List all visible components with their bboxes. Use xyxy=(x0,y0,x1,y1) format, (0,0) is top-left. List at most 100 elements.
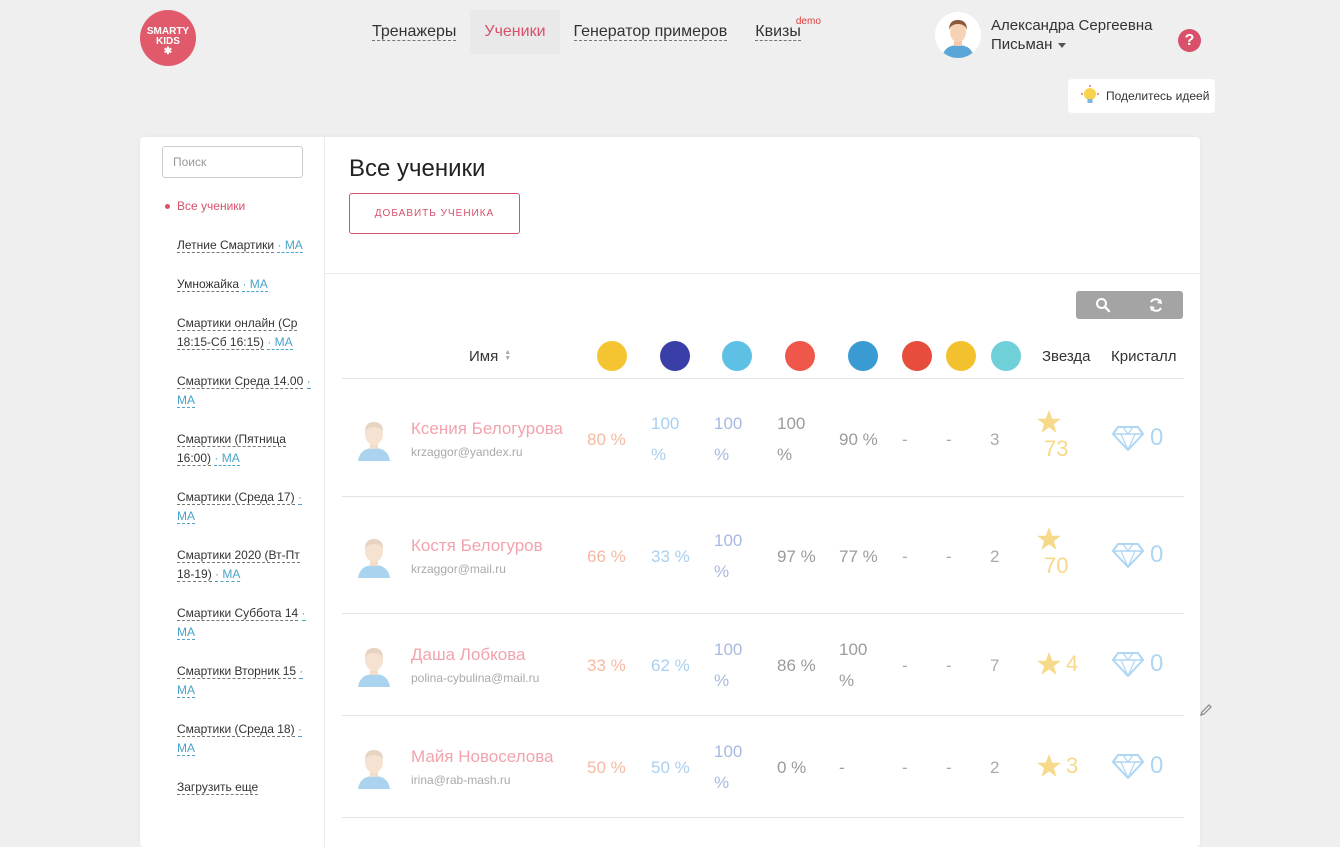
logo-text-3: ✱ xyxy=(163,46,173,57)
column-star-header: Звезда xyxy=(1042,347,1091,365)
main-nav: Тренажеры Ученики Генератор примеров Кви… xyxy=(358,10,821,54)
crystal-count: 0 xyxy=(1112,424,1163,452)
student-name[interactable]: Костя Белогуров xyxy=(411,536,543,556)
nav-trainers[interactable]: Тренажеры xyxy=(358,10,470,54)
crystal-count: 0 xyxy=(1112,541,1163,569)
crystal-value: 0 xyxy=(1150,540,1164,568)
crystal-value: 0 xyxy=(1150,752,1164,779)
students-card: Все ученики Летние Смартики · МА Умножай… xyxy=(140,137,1200,847)
user-menu[interactable]: Александра Сергеевна Письман xyxy=(935,12,1153,58)
student-email: polina-cybulina@mail.ru xyxy=(411,671,540,685)
search-button[interactable] xyxy=(1076,291,1129,319)
student-email: krzaggor@mail.ru xyxy=(411,561,506,576)
student-avatar-icon xyxy=(358,538,390,578)
column-name-header[interactable]: Имя ▲ ▼ xyxy=(469,333,512,379)
help-icon[interactable]: ? xyxy=(1178,29,1201,52)
star-icon xyxy=(1037,409,1061,433)
group-label: Все ученики xyxy=(177,199,246,213)
star-value: 3 xyxy=(1066,753,1079,778)
trainer-score: - xyxy=(839,758,845,777)
trainer-score: 100 % xyxy=(651,413,680,464)
star-icon xyxy=(1037,652,1061,675)
trainer-score: 86 % xyxy=(777,656,816,675)
star-count: 3 xyxy=(1036,753,1096,779)
group-label: Летние Смартики xyxy=(177,238,275,253)
search-input[interactable] xyxy=(162,146,303,178)
group-item[interactable]: Смартики 2020 (Вт-Пт 18-19) · МА xyxy=(177,546,317,584)
student-row[interactable]: Майя Новоселова irina@rab-mash.ru 50 % 50 %… xyxy=(342,716,1184,818)
pencil-icon[interactable] xyxy=(1199,703,1213,717)
star-count: 73 xyxy=(1036,409,1096,462)
group-owner: · МА xyxy=(242,277,268,292)
student-row[interactable]: Даша Лобкова polina-cybulina@mail.ru 33 % 6… xyxy=(342,614,1184,716)
nav-quizzes[interactable]: Квизы demo xyxy=(741,10,821,54)
trainer-score: 100 % xyxy=(714,413,743,464)
share-idea-button[interactable]: Поделитесь идеей xyxy=(1068,79,1215,113)
crystal-count: 0 xyxy=(1112,752,1163,780)
group-item[interactable]: Смартики (Среда 17) · МА xyxy=(177,488,317,526)
group-label: Смартики (Среда 17) xyxy=(177,490,295,505)
group-item[interactable]: Смартики (Среда 18) · МА xyxy=(177,720,317,758)
groups-list: Все ученики Летние Смартики · МА Умножай… xyxy=(165,197,317,817)
add-student-button[interactable]: ДОБАВИТЬ УЧЕНИКА xyxy=(349,193,520,234)
trainer-rocket-icon xyxy=(848,341,878,371)
group-item[interactable]: Смартики Вторник 15 · МА xyxy=(177,662,317,700)
trainer-6-header xyxy=(902,333,932,379)
nav-trainers-label: Тренажеры xyxy=(372,23,457,41)
student-name[interactable]: Даша Лобкова xyxy=(411,645,526,665)
group-all-students[interactable]: Все ученики xyxy=(165,197,317,216)
trainer-3-header xyxy=(722,333,752,379)
trainer-score: 62 % xyxy=(651,656,690,675)
refresh-icon xyxy=(1149,298,1162,312)
diamond-icon xyxy=(1112,542,1144,568)
trainer-2-header xyxy=(660,333,690,379)
diamond-icon xyxy=(1112,754,1144,779)
trainer-score: 90 % xyxy=(839,429,878,449)
trainer-building-icon xyxy=(902,341,932,371)
star-icon xyxy=(1037,526,1061,550)
smarty-kids-logo[interactable]: SMARTY KIDS ✱ xyxy=(140,10,196,66)
refresh-button[interactable] xyxy=(1129,291,1182,319)
group-item[interactable]: Смартики Среда 14.00 · МА xyxy=(177,372,317,410)
trainer-pencil-icon xyxy=(722,341,752,371)
trainer-score: 50 % xyxy=(651,758,690,777)
student-avatar-icon xyxy=(358,648,390,687)
divider xyxy=(325,273,1200,274)
group-item[interactable]: Умножайка · МА xyxy=(177,275,317,294)
page-title: Все ученики xyxy=(349,155,486,182)
group-item[interactable]: Смартики онлайн (Ср 18:15-Сб 16:15) · МА xyxy=(177,314,317,352)
student-row[interactable]: Костя Белогуров krzaggor@mail.ru 66 % 33 % 1… xyxy=(342,497,1184,614)
groups-sidebar: Все ученики Летние Смартики · МА Умножай… xyxy=(140,137,325,847)
trainer-camera-icon xyxy=(946,341,976,371)
trainer-score: 33 % xyxy=(587,656,626,675)
group-item[interactable]: Летние Смартики · МА xyxy=(177,236,317,255)
sort-icon: ▲ ▼ xyxy=(504,349,512,362)
diamond-icon xyxy=(1112,425,1144,451)
nav-example-generator[interactable]: Генератор примеров xyxy=(560,10,742,54)
trainer-score: 100 % xyxy=(714,530,743,581)
user-name-first: Александра Сергеевна xyxy=(991,17,1153,34)
load-more-label: Загрузить еще xyxy=(177,780,259,795)
star-value: 73 xyxy=(1044,435,1069,461)
group-item[interactable]: Смартики (Пятница 16:00) · МА xyxy=(177,430,317,468)
load-more-link[interactable]: Загрузить еще xyxy=(177,778,317,797)
student-name[interactable]: Ксения Белогурова xyxy=(411,419,563,439)
group-label: Умножайка xyxy=(177,277,240,292)
group-item[interactable]: Смартики Суббота 14 · МА xyxy=(177,604,317,642)
crystal-count: 0 xyxy=(1112,650,1163,678)
trainer-score: 100 % xyxy=(777,413,806,464)
nav-students[interactable]: Ученики xyxy=(470,10,560,54)
student-avatar-icon xyxy=(358,750,390,789)
trainer-5-header xyxy=(848,333,878,379)
diamond-icon xyxy=(1112,652,1144,677)
crystal-value: 0 xyxy=(1150,650,1164,677)
student-row[interactable]: Ксения Белогурова krzaggor@yandex.ru 80 % 1… xyxy=(342,380,1184,497)
trainer-abacus-icon xyxy=(785,341,815,371)
student-name[interactable]: Майя Новоселова xyxy=(411,747,554,767)
star-count: 4 xyxy=(1036,651,1096,677)
user-avatar-icon xyxy=(935,12,981,58)
table-tools xyxy=(1076,291,1183,319)
caret-down-icon xyxy=(1058,42,1067,48)
student-email: krzaggor@yandex.ru xyxy=(411,444,523,459)
nav-students-label: Ученики xyxy=(484,23,546,40)
